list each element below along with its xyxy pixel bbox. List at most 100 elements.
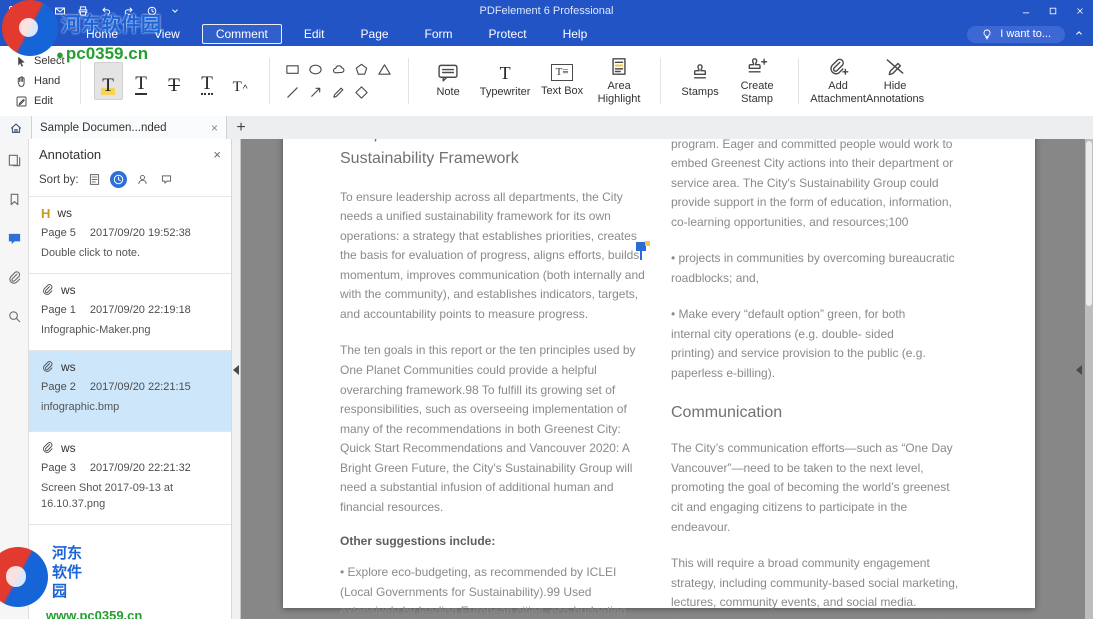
insert-caret-tool[interactable]: T^ bbox=[226, 62, 255, 100]
add-attachment-button[interactable]: Add Attachment bbox=[810, 55, 867, 107]
polygon-icon bbox=[354, 62, 369, 77]
text-box-button[interactable]: T≡ Text Box bbox=[534, 62, 591, 100]
tab-help[interactable]: Help bbox=[549, 24, 602, 44]
undo-icon[interactable] bbox=[100, 5, 112, 17]
collapse-panel-arrow-icon[interactable] bbox=[233, 365, 239, 375]
tab-close-icon[interactable]: × bbox=[211, 122, 218, 134]
strikethrough-tool[interactable]: T bbox=[160, 62, 189, 100]
doc-paragraph: The City’s communication efforts—such as… bbox=[671, 439, 963, 537]
triangle-tool[interactable] bbox=[373, 58, 396, 81]
document-tab[interactable]: Sample Documen...nded × bbox=[32, 116, 227, 139]
thumbnail-panel-button[interactable] bbox=[7, 153, 22, 173]
annotation-item[interactable]: H ws Page 5 2017/09/20 19:52:38 Double c… bbox=[29, 197, 231, 274]
redo-icon[interactable] bbox=[123, 5, 135, 17]
collapse-right-arrow-icon[interactable] bbox=[1076, 365, 1082, 375]
shapes-group bbox=[269, 46, 408, 116]
annotation-item-selected[interactable]: ws Page 2 2017/09/20 22:21:15 infographi… bbox=[29, 351, 231, 432]
line-icon bbox=[285, 85, 300, 100]
area-highlight-icon bbox=[608, 57, 630, 76]
polygon-tool[interactable] bbox=[350, 58, 373, 81]
history-icon[interactable] bbox=[146, 5, 158, 17]
tab-view[interactable]: View bbox=[140, 24, 194, 44]
oval-tool[interactable] bbox=[304, 58, 327, 81]
doc-paragraph: Initiate a departmental Greenest City am… bbox=[671, 139, 963, 232]
create-stamp-button[interactable]: Create Stamp bbox=[729, 55, 786, 107]
note-icon bbox=[437, 63, 459, 82]
paperclip-icon bbox=[41, 283, 54, 296]
annotation-note: Infographic-Maker.png bbox=[41, 323, 206, 339]
i-want-to-search[interactable]: I want to... bbox=[967, 26, 1065, 43]
sort-row: Sort by: bbox=[29, 168, 231, 197]
typewriter-button[interactable]: T Typewriter bbox=[477, 62, 534, 101]
attachment-pin-annotation[interactable] bbox=[635, 241, 650, 261]
annotation-item[interactable]: ws Page 3 2017/09/20 22:21:32 Screen Sho… bbox=[29, 432, 231, 525]
select-tool[interactable]: Select bbox=[12, 53, 68, 70]
thumbnail-icon bbox=[7, 153, 22, 168]
note-button[interactable]: Note bbox=[420, 61, 477, 101]
sort-by-author-icon[interactable] bbox=[134, 171, 151, 188]
tab-home[interactable]: Home bbox=[72, 24, 132, 44]
edit-tool[interactable]: Edit bbox=[12, 93, 68, 110]
annotation-item[interactable]: ws Page 1 2017/09/20 22:19:18 Infographi… bbox=[29, 274, 231, 351]
email-icon[interactable] bbox=[54, 5, 66, 17]
collapse-ribbon-button[interactable] bbox=[1073, 26, 1085, 44]
tab-protect[interactable]: Protect bbox=[475, 24, 541, 44]
annotation-author: ws bbox=[61, 360, 76, 374]
area-highlight-button[interactable]: Area Highlight bbox=[591, 55, 648, 107]
bookmark-panel-button[interactable] bbox=[7, 192, 22, 212]
annotation-time: 2017/09/20 22:21:15 bbox=[90, 381, 191, 393]
tab-form[interactable]: Form bbox=[411, 24, 467, 44]
search-panel-button[interactable] bbox=[7, 309, 22, 329]
print-icon[interactable] bbox=[77, 5, 89, 17]
hand-icon bbox=[15, 75, 28, 88]
maximize-button[interactable] bbox=[1039, 0, 1066, 22]
annotation-time: 2017/09/20 22:21:32 bbox=[90, 462, 191, 474]
annotation-author: ws bbox=[61, 441, 76, 455]
sort-by-type-icon[interactable] bbox=[158, 171, 175, 188]
attachment-pin-icon bbox=[635, 241, 650, 261]
annotation-panel: Annotation × Sort by: H ws Page 5 bbox=[29, 139, 231, 619]
doc-heading: Communication bbox=[671, 401, 963, 426]
tab-edit[interactable]: Edit bbox=[290, 24, 339, 44]
arrow-icon bbox=[308, 85, 323, 100]
panel-close-icon[interactable]: × bbox=[213, 148, 221, 161]
new-tab-button[interactable]: + bbox=[227, 116, 255, 139]
attachment-panel-button[interactable] bbox=[7, 270, 22, 290]
home-button[interactable] bbox=[0, 116, 32, 139]
stamps-button[interactable]: Stamps bbox=[672, 61, 729, 101]
tab-page[interactable]: Page bbox=[347, 24, 403, 44]
comment-toolbar: Select Hand Edit T T T T T^ bbox=[0, 46, 1093, 117]
vertical-scrollbar[interactable] bbox=[1085, 139, 1093, 619]
pencil-tool[interactable] bbox=[327, 81, 350, 104]
scrollbar-thumb[interactable] bbox=[1086, 141, 1092, 306]
panel-splitter[interactable] bbox=[231, 139, 241, 619]
save-icon[interactable] bbox=[31, 5, 43, 17]
sort-by-page-icon[interactable] bbox=[86, 171, 103, 188]
hide-annotations-button[interactable]: Hide Annotations bbox=[867, 55, 924, 107]
underline-tool[interactable]: T bbox=[127, 62, 156, 100]
annotation-page: Page 3 bbox=[41, 462, 76, 474]
diamond-tool[interactable] bbox=[350, 81, 373, 104]
doc-paragraph: The ten goals in this report or the ten … bbox=[340, 341, 645, 517]
document-area[interactable]: Comprehensive Environmental Sustainabili… bbox=[241, 139, 1093, 619]
highlight-tool[interactable]: T bbox=[94, 62, 123, 100]
minimize-button[interactable] bbox=[1012, 0, 1039, 22]
close-button[interactable] bbox=[1066, 0, 1093, 22]
comment-panel-button[interactable] bbox=[7, 231, 22, 251]
cursor-icon bbox=[15, 55, 28, 68]
cloud-tool[interactable] bbox=[327, 58, 350, 81]
chevron-down-icon[interactable] bbox=[169, 5, 181, 17]
page-left-column: Comprehensive Environmental Sustainabili… bbox=[340, 139, 645, 619]
tab-comment[interactable]: Comment bbox=[202, 24, 282, 44]
annotation-page: Page 1 bbox=[41, 304, 76, 316]
arrow-tool[interactable] bbox=[304, 81, 327, 104]
annotation-note: Screen Shot 2017-09-13 at 16.10.37.png bbox=[41, 481, 206, 513]
rectangle-tool[interactable] bbox=[281, 58, 304, 81]
squiggly-underline-tool[interactable]: T bbox=[193, 62, 222, 100]
oval-icon bbox=[308, 62, 323, 77]
line-tool[interactable] bbox=[281, 81, 304, 104]
search-icon bbox=[7, 309, 22, 324]
sort-by-time-icon[interactable] bbox=[110, 171, 127, 188]
hand-tool[interactable]: Hand bbox=[12, 73, 68, 90]
pencil-icon bbox=[331, 85, 346, 100]
